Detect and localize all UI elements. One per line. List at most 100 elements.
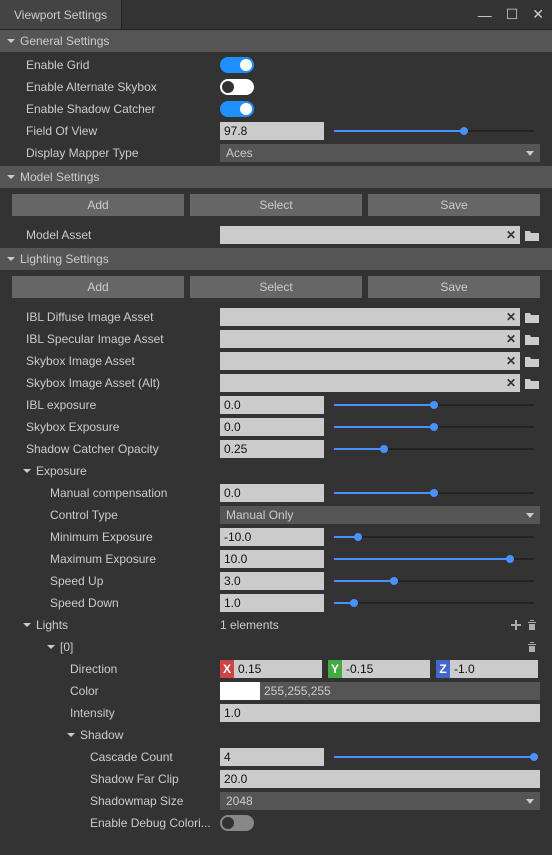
- label-shadow-opacity: Shadow Catcher Opacity: [12, 442, 220, 456]
- label-enable-shadow-catcher: Enable Shadow Catcher: [12, 102, 220, 116]
- button-lighting-select[interactable]: Select: [190, 276, 362, 298]
- input-skybox[interactable]: konzerthaus_latlong_iblskyboxcm.exr✕: [220, 352, 520, 370]
- input-ibl-exposure[interactable]: 0.0: [220, 396, 324, 414]
- axis-z-label: Z: [436, 660, 450, 678]
- input-max-exposure[interactable]: 10.0: [220, 550, 324, 568]
- trash-icon[interactable]: [524, 639, 540, 655]
- input-speed-down[interactable]: 1.0: [220, 594, 324, 612]
- input-ibl-specular[interactable]: konzerthaus_latlong_iblskyboxcm_iblspecu…: [220, 330, 520, 348]
- color-swatch[interactable]: [220, 682, 260, 700]
- slider-cascade-count[interactable]: [328, 748, 540, 766]
- input-fov[interactable]: 97.8: [220, 122, 324, 140]
- input-direction-y[interactable]: -0.15: [342, 660, 430, 678]
- maximize-button[interactable]: ☐: [506, 6, 519, 23]
- input-direction-z[interactable]: -1.0: [450, 660, 538, 678]
- subheader-shadow[interactable]: Shadow: [12, 724, 540, 746]
- section-header-model[interactable]: Model Settings: [0, 166, 552, 188]
- clear-icon[interactable]: ✕: [506, 354, 516, 368]
- axis-x-label: X: [220, 660, 234, 678]
- slider-min-exposure[interactable]: [328, 528, 540, 546]
- toggle-enable-grid[interactable]: [220, 57, 254, 73]
- slider-speed-up[interactable]: [328, 572, 540, 590]
- slider-shadow-opacity[interactable]: [328, 440, 540, 458]
- input-direction-x[interactable]: 0.15: [234, 660, 322, 678]
- input-min-exposure[interactable]: -10.0: [220, 528, 324, 546]
- section-header-lighting[interactable]: Lighting Settings: [0, 248, 552, 270]
- tab-viewport-settings[interactable]: Viewport Settings: [0, 0, 122, 29]
- input-manual-comp[interactable]: 0.0: [220, 484, 324, 502]
- button-model-add[interactable]: Add: [12, 194, 184, 216]
- chevron-down-icon: [6, 172, 16, 182]
- label-display-mapper: Display Mapper Type: [12, 146, 220, 160]
- button-model-select[interactable]: Select: [190, 194, 362, 216]
- label-cascade-count: Cascade Count: [12, 750, 220, 764]
- input-skybox-alt[interactable]: konzerthaus_latlong_iblskyboxcm_ibldiffu…: [220, 374, 520, 392]
- label-model-asset: Model Asset: [12, 228, 220, 242]
- input-speed-up[interactable]: 3.0: [220, 572, 324, 590]
- titlebar: Viewport Settings — ☐ ✕: [0, 0, 552, 30]
- slider-max-exposure[interactable]: [328, 550, 540, 568]
- button-lighting-add[interactable]: Add: [12, 276, 184, 298]
- clear-icon[interactable]: ✕: [506, 228, 516, 242]
- label-max-exposure: Maximum Exposure: [12, 552, 220, 566]
- label-speed-down: Speed Down: [12, 596, 220, 610]
- chevron-down-icon: [22, 466, 32, 476]
- minimize-button[interactable]: —: [478, 7, 492, 23]
- label-ibl-exposure: IBL exposure: [12, 398, 220, 412]
- input-color[interactable]: 255,255,255: [260, 682, 540, 700]
- slider-skybox-exposure[interactable]: [328, 418, 540, 436]
- clear-icon[interactable]: ✕: [506, 310, 516, 324]
- input-skybox-exposure[interactable]: 0.0: [220, 418, 324, 436]
- label-speed-up: Speed Up: [12, 574, 220, 588]
- label-ibl-specular: IBL Specular Image Asset: [12, 332, 220, 346]
- input-shadow-opacity[interactable]: 0.25: [220, 440, 324, 458]
- dropdown-shadowmap-size[interactable]: 2048: [220, 792, 540, 810]
- clear-icon[interactable]: ✕: [506, 332, 516, 346]
- label-manual-comp: Manual compensation: [12, 486, 220, 500]
- folder-icon[interactable]: [524, 227, 540, 243]
- trash-icon[interactable]: [524, 617, 540, 633]
- label-min-exposure: Minimum Exposure: [12, 530, 220, 544]
- light-item-0[interactable]: [0]: [60, 640, 73, 654]
- folder-icon[interactable]: [524, 331, 540, 347]
- input-shadow-far-clip[interactable]: 20.0: [220, 770, 540, 788]
- slider-ibl-exposure[interactable]: [328, 396, 540, 414]
- axis-y-label: Y: [328, 660, 342, 678]
- toggle-enable-alt-skybox[interactable]: [220, 79, 254, 95]
- folder-icon[interactable]: [524, 353, 540, 369]
- input-cascade-count[interactable]: 4: [220, 748, 324, 766]
- input-model-asset[interactable]: shaderball✕: [220, 226, 520, 244]
- chevron-down-icon: [66, 730, 76, 740]
- toggle-enable-shadow-catcher[interactable]: [220, 101, 254, 117]
- close-button[interactable]: ✕: [532, 6, 544, 23]
- dropdown-display-mapper[interactable]: Aces: [220, 144, 540, 162]
- label-fov: Field Of View: [12, 124, 220, 138]
- input-intensity[interactable]: 1.0: [220, 704, 540, 722]
- label-enable-alt-skybox: Enable Alternate Skybox: [12, 80, 220, 94]
- folder-icon[interactable]: [524, 375, 540, 391]
- subheader-exposure[interactable]: Exposure: [12, 460, 540, 482]
- subheader-lights[interactable]: Lights: [36, 618, 68, 632]
- label-direction: Direction: [12, 662, 220, 676]
- label-ibl-diffuse: IBL Diffuse Image Asset: [12, 310, 220, 324]
- label-enable-grid: Enable Grid: [12, 58, 220, 72]
- add-icon[interactable]: [508, 617, 524, 633]
- chevron-down-icon: [46, 642, 56, 652]
- lights-count: 1 elements: [220, 618, 508, 632]
- dropdown-control-type[interactable]: Manual Only: [220, 506, 540, 524]
- input-ibl-diffuse[interactable]: konzerthaus_latlong_iblskyboxcm_ibldiffu…: [220, 308, 520, 326]
- toggle-debug-coloring[interactable]: [220, 815, 254, 831]
- button-model-save[interactable]: Save: [368, 194, 540, 216]
- label-control-type: Control Type: [12, 508, 220, 522]
- slider-fov[interactable]: [328, 122, 540, 140]
- label-skybox: Skybox Image Asset: [12, 354, 220, 368]
- clear-icon[interactable]: ✕: [506, 376, 516, 390]
- label-shadowmap-size: Shadowmap Size: [12, 794, 220, 808]
- label-skybox-alt: Skybox Image Asset (Alt): [12, 376, 220, 390]
- label-color: Color: [12, 684, 220, 698]
- section-header-general[interactable]: General Settings: [0, 30, 552, 52]
- button-lighting-save[interactable]: Save: [368, 276, 540, 298]
- folder-icon[interactable]: [524, 309, 540, 325]
- slider-manual-comp[interactable]: [328, 484, 540, 502]
- slider-speed-down[interactable]: [328, 594, 540, 612]
